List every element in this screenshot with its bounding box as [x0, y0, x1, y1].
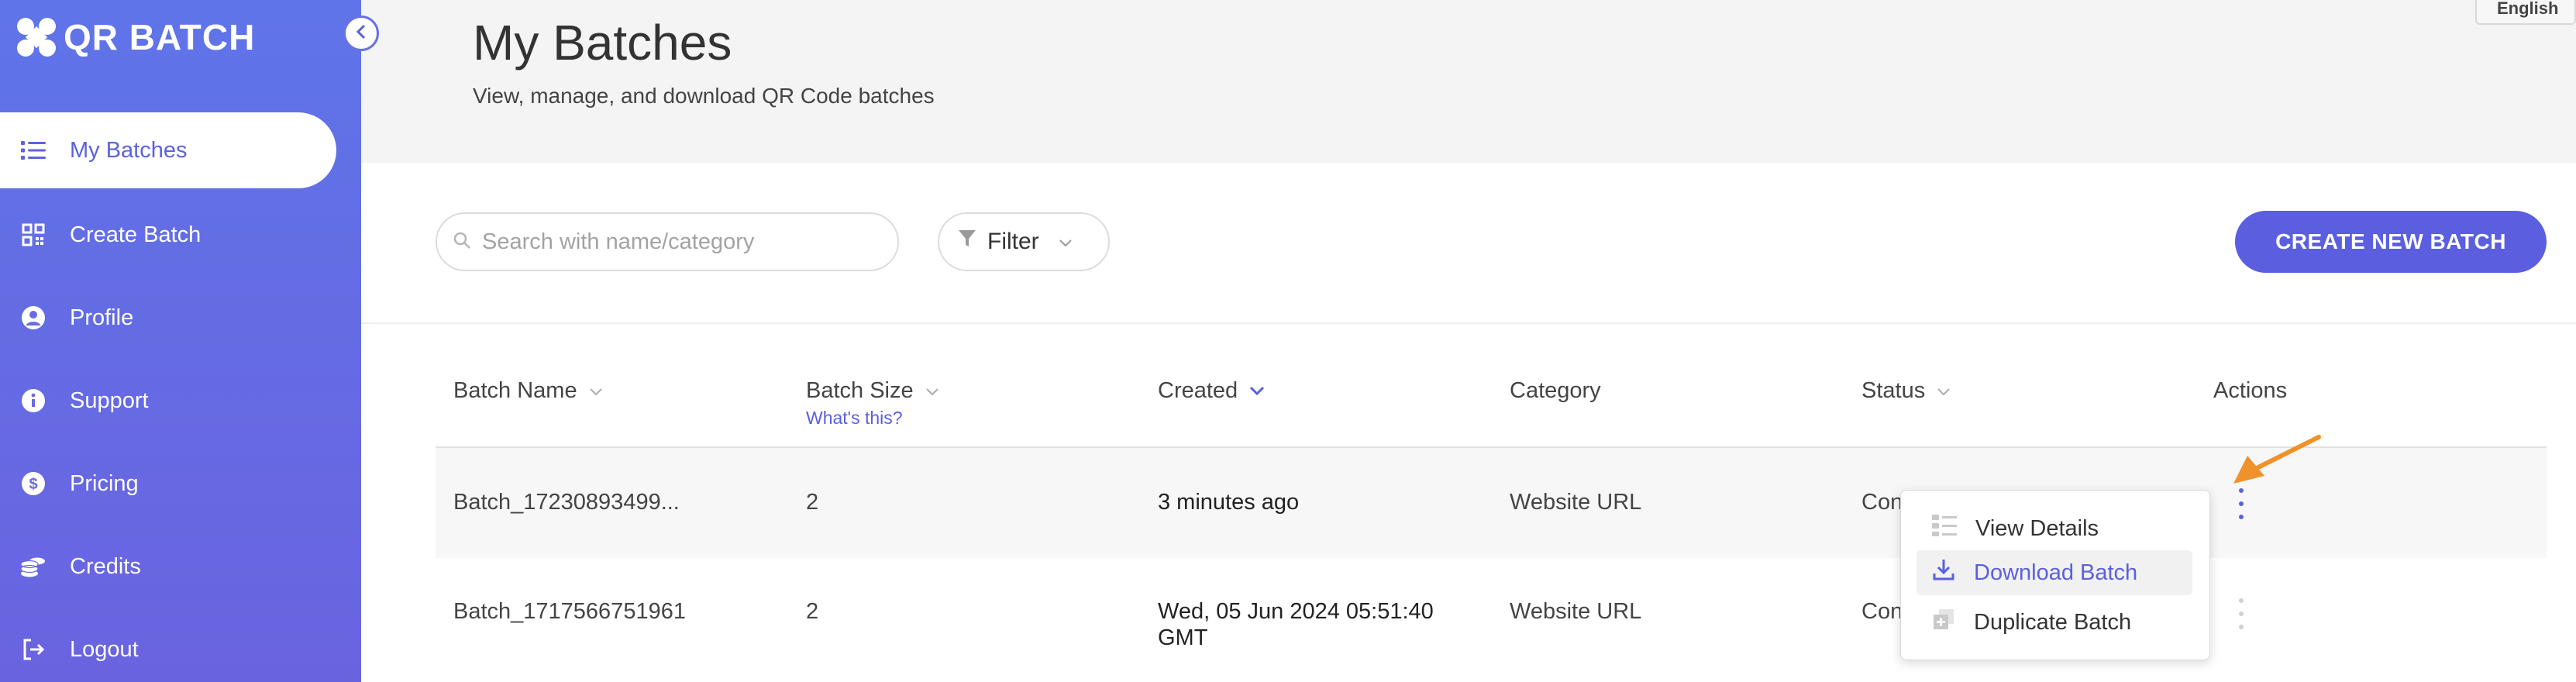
chevron-down-icon	[1058, 229, 1073, 255]
column-header-label: Status	[1861, 378, 1926, 403]
column-header-status[interactable]: Status	[1861, 378, 1951, 404]
row-actions-button[interactable]	[2233, 488, 2249, 519]
row-actions-menu: View Details Download Batch Duplicate Ba…	[1900, 490, 2210, 660]
menu-item-duplicate-batch[interactable]: Duplicate Batch	[1917, 600, 2192, 645]
search-box[interactable]	[436, 212, 899, 271]
duplicate-icon	[1932, 608, 1955, 637]
menu-item-label: Download Batch	[1974, 560, 2138, 585]
sidebar-item-support[interactable]: Support	[0, 363, 336, 439]
chevron-down-icon	[588, 378, 604, 404]
app-logo[interactable]: QR BATCH	[17, 16, 255, 59]
sidebar-item-pricing[interactable]: $ Pricing	[0, 446, 336, 522]
whats-this-link[interactable]: What's this?	[806, 408, 903, 429]
coins-icon	[20, 553, 46, 580]
sidebar-item-label: My Batches	[70, 137, 188, 163]
column-header-actions: Actions	[2213, 378, 2287, 404]
download-icon	[1932, 558, 1955, 587]
cell-batch-size: 2	[806, 599, 819, 624]
column-header-label: Category	[1510, 378, 1601, 403]
column-header-batch-size[interactable]: Batch Size	[806, 378, 940, 404]
sidebar-item-label: Support	[70, 388, 149, 413]
page-title: My Batches	[473, 15, 732, 71]
logo-icon	[17, 18, 56, 57]
annotation-arrow-icon	[2233, 435, 2321, 484]
page-header: My Batches View, manage, and download QR…	[361, 0, 2576, 163]
sidebar-item-my-batches[interactable]: My Batches	[0, 112, 336, 188]
section-divider	[361, 322, 2576, 324]
column-header-label: Created	[1158, 378, 1238, 403]
filter-dropdown[interactable]: Filter	[938, 212, 1110, 271]
cell-status: Con	[1861, 490, 1903, 515]
sidebar-item-create-batch[interactable]: Create Batch	[0, 197, 336, 273]
cell-batch-name[interactable]: Batch_17230893499...	[453, 490, 680, 515]
language-selector[interactable]: English	[2475, 0, 2576, 25]
sort-desc-icon	[1248, 378, 1266, 404]
sidebar-item-profile[interactable]: Profile	[0, 280, 336, 356]
cell-created: 3 minutes ago	[1158, 490, 1300, 515]
list-icon	[20, 137, 46, 164]
page-subtitle: View, manage, and download QR Code batch…	[473, 84, 935, 108]
logout-icon	[20, 636, 46, 663]
qr-code-icon	[20, 222, 46, 248]
search-icon	[453, 231, 471, 253]
cell-created-line2: GMT	[1158, 625, 1208, 650]
menu-item-label: View Details	[1975, 515, 2099, 541]
filter-label: Filter	[987, 229, 1039, 254]
row-actions-button[interactable]	[2233, 598, 2249, 629]
column-header-label: Actions	[2213, 378, 2288, 403]
chevron-down-icon	[1936, 378, 1951, 404]
chevron-down-icon	[925, 378, 940, 404]
column-header-batch-name[interactable]: Batch Name	[453, 378, 604, 404]
sidebar-item-credits[interactable]: Credits	[0, 529, 336, 604]
sidebar-item-label: Create Batch	[70, 222, 201, 247]
funnel-icon	[958, 229, 976, 255]
app-name: QR BATCH	[64, 17, 256, 57]
chevron-left-icon	[354, 23, 368, 44]
dollar-icon: $	[20, 470, 46, 497]
cell-status: Con	[1861, 599, 1903, 624]
column-header-category: Category	[1510, 378, 1601, 404]
menu-item-label: Duplicate Batch	[1974, 609, 2132, 635]
search-input[interactable]	[482, 229, 870, 255]
menu-item-view-details[interactable]: View Details	[1917, 506, 2192, 551]
sidebar-item-label: Credits	[70, 553, 141, 579]
column-header-created[interactable]: Created	[1158, 378, 1266, 404]
cell-category: Website URL	[1510, 599, 1642, 624]
user-circle-icon	[20, 305, 46, 331]
info-icon	[20, 388, 46, 414]
sidebar-item-logout[interactable]: Logout	[0, 611, 336, 682]
sidebar-item-label: Logout	[70, 636, 139, 662]
svg-text:$: $	[29, 476, 37, 493]
cell-batch-name[interactable]: Batch_1717566751961	[453, 599, 686, 625]
list-details-icon	[1932, 514, 1957, 543]
collapse-sidebar-button[interactable]	[343, 16, 379, 51]
cell-batch-size: 2	[806, 490, 819, 515]
cell-created: Wed, 05 Jun 2024 05:51:40	[1158, 599, 1434, 624]
column-header-label: Batch Size	[806, 378, 914, 403]
sidebar-item-label: Pricing	[70, 470, 139, 496]
cell-category: Website URL	[1510, 490, 1642, 515]
column-header-label: Batch Name	[453, 378, 577, 403]
sidebar-item-label: Profile	[70, 305, 134, 330]
create-new-batch-button[interactable]: CREATE NEW BATCH	[2235, 211, 2547, 273]
sidebar: QR BATCH My Batches Create Batch Profile…	[0, 0, 361, 682]
menu-item-download-batch[interactable]: Download Batch	[1917, 550, 2192, 595]
